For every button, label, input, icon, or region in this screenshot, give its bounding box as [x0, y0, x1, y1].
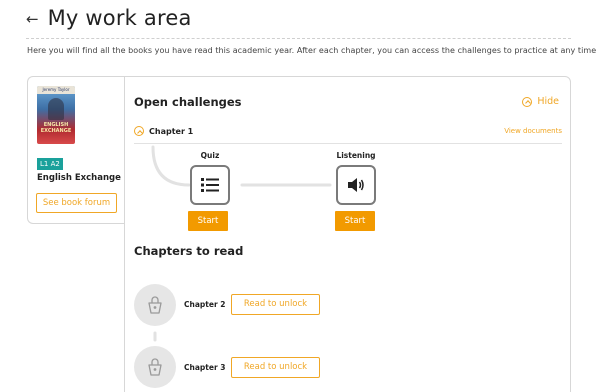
chapter-3-read-to-unlock-button[interactable]: Read to unlock — [231, 357, 320, 378]
chapter-2-read-to-unlock-button[interactable]: Read to unlock — [231, 294, 320, 315]
quiz-start-button[interactable]: Start — [188, 211, 228, 231]
chapter-3-name: Chapter 3 — [184, 363, 226, 372]
view-documents-link[interactable]: View documents — [504, 127, 562, 135]
hide-label: Hide — [537, 96, 559, 107]
speaker-icon — [348, 178, 364, 192]
chapter-2-lock — [134, 284, 176, 326]
open-challenges-title: Open challenges — [134, 95, 242, 109]
listening-activity[interactable] — [336, 165, 376, 205]
chapters-to-read-title: Chapters to read — [134, 244, 244, 258]
book-title: English Exchange — [37, 173, 121, 183]
intro-text: Here you will find all the books you hav… — [27, 46, 597, 55]
listening-label: Listening — [336, 151, 376, 160]
back-arrow-icon[interactable]: ← — [26, 10, 39, 28]
see-book-forum-button[interactable]: See book forum — [36, 193, 117, 213]
chapter-3-lock — [134, 346, 176, 388]
level-badge: L1 A2 — [37, 158, 63, 170]
page-title: My work area — [47, 6, 192, 30]
book-cover[interactable]: Jeremy Taylor ENGLISH EXCHANGE — [37, 86, 75, 144]
lock-icon — [148, 296, 162, 314]
chevron-up-icon — [522, 96, 533, 107]
challenges-panel: Open challenges Hide Chapter 1 View docu… — [124, 76, 571, 392]
hide-button[interactable]: Hide — [522, 96, 559, 107]
chapter-2-name: Chapter 2 — [184, 300, 226, 309]
cover-figure — [48, 98, 64, 120]
book-card: Jeremy Taylor ENGLISH EXCHANGE L1 A2 Eng… — [27, 76, 125, 224]
header: ← My work area — [26, 6, 192, 30]
chapter-1-toggle[interactable]: Chapter 1 — [134, 126, 193, 136]
cover-author: Jeremy Taylor — [37, 86, 75, 94]
chevron-up-icon — [134, 126, 144, 136]
chapter-1-label: Chapter 1 — [149, 126, 194, 136]
lock-icon — [148, 358, 162, 376]
dashed-divider — [26, 38, 571, 39]
list-icon — [201, 178, 219, 192]
quiz-activity[interactable] — [190, 165, 230, 205]
listening-start-button[interactable]: Start — [335, 211, 375, 231]
quiz-label: Quiz — [200, 151, 220, 160]
cover-title: ENGLISH EXCHANGE — [40, 122, 72, 134]
